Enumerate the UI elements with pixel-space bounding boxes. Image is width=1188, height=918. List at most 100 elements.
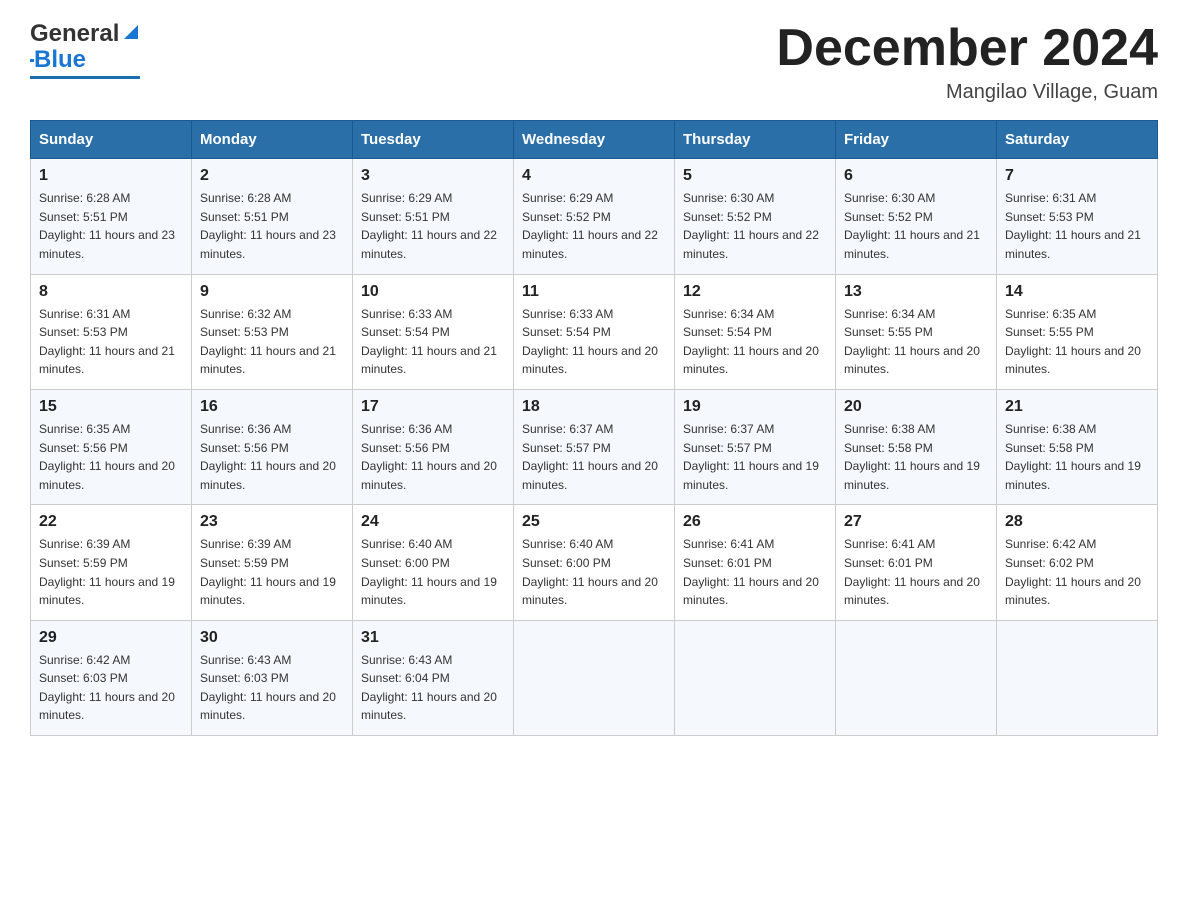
table-row bbox=[997, 620, 1158, 735]
table-row: 5 Sunrise: 6:30 AMSunset: 5:52 PMDaylight… bbox=[675, 159, 836, 274]
table-row: 2 Sunrise: 6:28 AMSunset: 5:51 PMDaylight… bbox=[192, 159, 353, 274]
table-row: 21 Sunrise: 6:38 AMSunset: 5:58 PMDayligh… bbox=[997, 389, 1158, 504]
day-info: Sunrise: 6:36 AMSunset: 5:56 PMDaylight:… bbox=[361, 420, 505, 494]
header-tuesday: Tuesday bbox=[353, 121, 514, 159]
day-info: Sunrise: 6:34 AMSunset: 5:54 PMDaylight:… bbox=[683, 305, 827, 379]
table-row: 7 Sunrise: 6:31 AMSunset: 5:53 PMDaylight… bbox=[997, 159, 1158, 274]
table-row: 25Sunrise: 6:40 AMSunset: 6:00 PMDayligh… bbox=[514, 505, 675, 620]
day-info: Sunrise: 6:39 AMSunset: 5:59 PMDaylight:… bbox=[200, 535, 344, 609]
calendar-week-5: 29 Sunrise: 6:42 AMSunset: 6:03 PMDayligh… bbox=[31, 620, 1158, 735]
day-info: Sunrise: 6:28 AMSunset: 5:51 PMDaylight:… bbox=[39, 189, 183, 263]
day-info: Sunrise: 6:29 AMSunset: 5:51 PMDaylight:… bbox=[361, 189, 505, 263]
table-row: 16 Sunrise: 6:36 AMSunset: 5:56 PMDayligh… bbox=[192, 389, 353, 504]
day-info: Sunrise: 6:29 AMSunset: 5:52 PMDaylight:… bbox=[522, 189, 666, 263]
header-sunday: Sunday bbox=[31, 121, 192, 159]
day-info: Sunrise: 6:38 AMSunset: 5:58 PMDaylight:… bbox=[844, 420, 988, 494]
day-number: 21 bbox=[1005, 398, 1149, 416]
day-info: Sunrise: 6:43 AMSunset: 6:03 PMDaylight:… bbox=[200, 651, 344, 725]
day-number: 12 bbox=[683, 283, 827, 301]
table-row: 30Sunrise: 6:43 AMSunset: 6:03 PMDayligh… bbox=[192, 620, 353, 735]
day-number: 8 bbox=[39, 283, 183, 301]
day-info: Sunrise: 6:42 AMSunset: 6:02 PMDaylight:… bbox=[1005, 535, 1149, 609]
day-number: 31 bbox=[361, 629, 505, 647]
calendar-week-3: 15 Sunrise: 6:35 AMSunset: 5:56 PMDayligh… bbox=[31, 389, 1158, 504]
day-info: Sunrise: 6:38 AMSunset: 5:58 PMDaylight:… bbox=[1005, 420, 1149, 494]
day-number: 26 bbox=[683, 513, 827, 531]
logo-triangle-icon bbox=[120, 21, 142, 43]
day-number: 19 bbox=[683, 398, 827, 416]
table-row: 22Sunrise: 6:39 AMSunset: 5:59 PMDayligh… bbox=[31, 505, 192, 620]
table-row: 13 Sunrise: 6:34 AMSunset: 5:55 PMDayligh… bbox=[836, 274, 997, 389]
day-number: 28 bbox=[1005, 513, 1149, 531]
day-info: Sunrise: 6:35 AMSunset: 5:56 PMDaylight:… bbox=[39, 420, 183, 494]
logo-underline bbox=[30, 76, 140, 79]
table-row bbox=[675, 620, 836, 735]
day-number: 10 bbox=[361, 283, 505, 301]
logo-general-text: General bbox=[30, 20, 119, 48]
table-row: 11 Sunrise: 6:33 AMSunset: 5:54 PMDayligh… bbox=[514, 274, 675, 389]
calendar-week-4: 22Sunrise: 6:39 AMSunset: 5:59 PMDayligh… bbox=[31, 505, 1158, 620]
day-number: 7 bbox=[1005, 167, 1149, 185]
day-info: Sunrise: 6:40 AMSunset: 6:00 PMDaylight:… bbox=[361, 535, 505, 609]
day-number: 16 bbox=[200, 398, 344, 416]
day-info: Sunrise: 6:33 AMSunset: 5:54 PMDaylight:… bbox=[522, 305, 666, 379]
day-info: Sunrise: 6:32 AMSunset: 5:53 PMDaylight:… bbox=[200, 305, 344, 379]
day-info: Sunrise: 6:30 AMSunset: 5:52 PMDaylight:… bbox=[683, 189, 827, 263]
logo: General Blue bbox=[30, 20, 142, 79]
day-number: 15 bbox=[39, 398, 183, 416]
table-row: 18Sunrise: 6:37 AMSunset: 5:57 PMDayligh… bbox=[514, 389, 675, 504]
calendar-subtitle: Mangilao Village, Guam bbox=[776, 81, 1158, 104]
table-row: 20 Sunrise: 6:38 AMSunset: 5:58 PMDayligh… bbox=[836, 389, 997, 504]
day-info: Sunrise: 6:28 AMSunset: 5:51 PMDaylight:… bbox=[200, 189, 344, 263]
table-row: 3Sunrise: 6:29 AMSunset: 5:51 PMDaylight… bbox=[353, 159, 514, 274]
day-number: 11 bbox=[522, 283, 666, 301]
day-number: 18 bbox=[522, 398, 666, 416]
table-row: 12 Sunrise: 6:34 AMSunset: 5:54 PMDayligh… bbox=[675, 274, 836, 389]
day-info: Sunrise: 6:37 AMSunset: 5:57 PMDaylight:… bbox=[683, 420, 827, 494]
day-info: Sunrise: 6:34 AMSunset: 5:55 PMDaylight:… bbox=[844, 305, 988, 379]
table-row: 6Sunrise: 6:30 AMSunset: 5:52 PMDaylight… bbox=[836, 159, 997, 274]
table-row: 17 Sunrise: 6:36 AMSunset: 5:56 PMDayligh… bbox=[353, 389, 514, 504]
day-number: 27 bbox=[844, 513, 988, 531]
day-number: 20 bbox=[844, 398, 988, 416]
header-monday: Monday bbox=[192, 121, 353, 159]
table-row bbox=[514, 620, 675, 735]
table-row: 1Sunrise: 6:28 AMSunset: 5:51 PMDaylight… bbox=[31, 159, 192, 274]
day-info: Sunrise: 6:35 AMSunset: 5:55 PMDaylight:… bbox=[1005, 305, 1149, 379]
table-row bbox=[836, 620, 997, 735]
day-info: Sunrise: 6:42 AMSunset: 6:03 PMDaylight:… bbox=[39, 651, 183, 725]
header-wednesday: Wednesday bbox=[514, 121, 675, 159]
day-info: Sunrise: 6:33 AMSunset: 5:54 PMDaylight:… bbox=[361, 305, 505, 379]
calendar-header-row: Sunday Monday Tuesday Wednesday Thursday… bbox=[31, 121, 1158, 159]
day-number: 5 bbox=[683, 167, 827, 185]
table-row: 28 Sunrise: 6:42 AMSunset: 6:02 PMDayligh… bbox=[997, 505, 1158, 620]
day-number: 4 bbox=[522, 167, 666, 185]
table-row: 4 Sunrise: 6:29 AMSunset: 5:52 PMDaylight… bbox=[514, 159, 675, 274]
calendar-table: Sunday Monday Tuesday Wednesday Thursday… bbox=[30, 120, 1158, 736]
logo-blue-text: Blue bbox=[34, 46, 86, 74]
table-row: 14Sunrise: 6:35 AMSunset: 5:55 PMDayligh… bbox=[997, 274, 1158, 389]
calendar-week-2: 8Sunrise: 6:31 AMSunset: 5:53 PMDaylight… bbox=[31, 274, 1158, 389]
day-number: 24 bbox=[361, 513, 505, 531]
day-number: 29 bbox=[39, 629, 183, 647]
table-row: 19 Sunrise: 6:37 AMSunset: 5:57 PMDayligh… bbox=[675, 389, 836, 504]
day-number: 17 bbox=[361, 398, 505, 416]
day-number: 25 bbox=[522, 513, 666, 531]
day-info: Sunrise: 6:43 AMSunset: 6:04 PMDaylight:… bbox=[361, 651, 505, 725]
day-info: Sunrise: 6:39 AMSunset: 5:59 PMDaylight:… bbox=[39, 535, 183, 609]
table-row: 29 Sunrise: 6:42 AMSunset: 6:03 PMDayligh… bbox=[31, 620, 192, 735]
table-row: 8Sunrise: 6:31 AMSunset: 5:53 PMDaylight… bbox=[31, 274, 192, 389]
day-info: Sunrise: 6:36 AMSunset: 5:56 PMDaylight:… bbox=[200, 420, 344, 494]
day-number: 9 bbox=[200, 283, 344, 301]
day-info: Sunrise: 6:30 AMSunset: 5:52 PMDaylight:… bbox=[844, 189, 988, 263]
day-number: 2 bbox=[200, 167, 344, 185]
day-number: 13 bbox=[844, 283, 988, 301]
calendar-week-1: 1Sunrise: 6:28 AMSunset: 5:51 PMDaylight… bbox=[31, 159, 1158, 274]
day-info: Sunrise: 6:31 AMSunset: 5:53 PMDaylight:… bbox=[1005, 189, 1149, 263]
calendar-title: December 2024 bbox=[776, 20, 1158, 77]
table-row: 24 Sunrise: 6:40 AMSunset: 6:00 PMDayligh… bbox=[353, 505, 514, 620]
page-header: General Blue December 2024 Mangilao Vill… bbox=[30, 20, 1158, 104]
header-friday: Friday bbox=[836, 121, 997, 159]
table-row: 15 Sunrise: 6:35 AMSunset: 5:56 PMDayligh… bbox=[31, 389, 192, 504]
header-thursday: Thursday bbox=[675, 121, 836, 159]
